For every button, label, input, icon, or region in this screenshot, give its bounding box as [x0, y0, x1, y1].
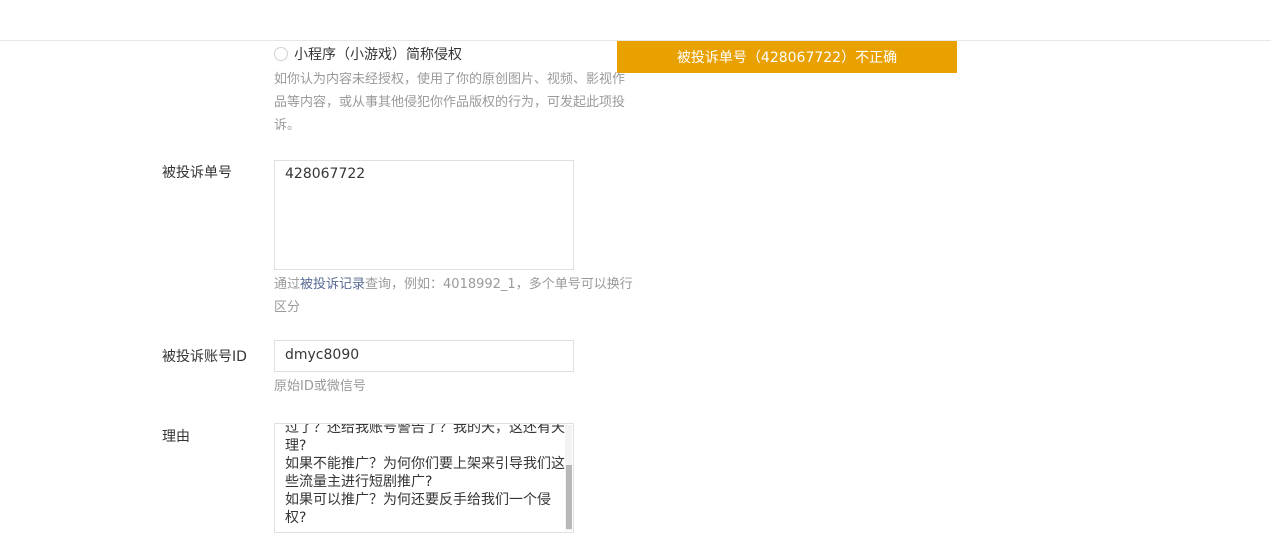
reason-line: 如果可以推广？为何还要反手给我们一个侵 — [285, 492, 551, 508]
complaint-no-hint-prefix: 通过 — [274, 277, 301, 292]
complaint-type-label: 小程序（小游戏）简称侵权 — [294, 47, 462, 63]
reason-line: 如果不能推广？为何你们要上架来引导我们这 — [285, 456, 565, 472]
account-id-label: 被投诉账号ID — [162, 349, 247, 365]
account-id-input[interactable]: dmyc8090 — [274, 340, 574, 372]
reason-text: 过了？还给我账号警告了？我的天，这还有天 理? 如果不能推广？为何你们要上架来引… — [285, 423, 565, 527]
complaint-record-link[interactable]: 被投诉记录 — [300, 277, 365, 292]
complaint-no-hint: 通过被投诉记录查询，例如：4018992_1，多个单号可以换行区分 — [274, 273, 634, 319]
reason-line: 过了？还给我账号警告了？我的天，这还有天 — [285, 423, 565, 436]
complaint-type-option[interactable]: 小程序（小游戏）简称侵权 — [274, 44, 462, 64]
reason-textarea[interactable]: 过了？还给我账号警告了？我的天，这还有天 理? 如果不能推广？为何你们要上架来引… — [274, 423, 574, 533]
complaint-no-value: 428067722 — [285, 166, 366, 182]
error-toast: 被投诉单号（428067722）不正确 — [617, 41, 957, 73]
complaint-no-textarea[interactable]: 428067722 — [274, 160, 574, 270]
account-id-hint: 原始ID或微信号 — [274, 379, 366, 394]
reason-line: 些流量主进行短剧推广? — [285, 474, 433, 490]
radio-button[interactable] — [274, 47, 288, 61]
reason-line: 权? — [285, 510, 307, 526]
complaint-no-label: 被投诉单号 — [162, 165, 232, 181]
reason-label: 理由 — [162, 429, 190, 445]
error-toast-text: 被投诉单号（428067722）不正确 — [676, 50, 898, 66]
complaint-type-description: 如你认为内容未经授权，使用了你的原创图片、视频、影视作品等内容，或从事其他侵犯你… — [274, 72, 626, 133]
account-id-value: dmyc8090 — [285, 347, 360, 363]
reason-line: 理? — [285, 438, 307, 454]
reason-scrollbar-thumb[interactable] — [566, 465, 572, 529]
